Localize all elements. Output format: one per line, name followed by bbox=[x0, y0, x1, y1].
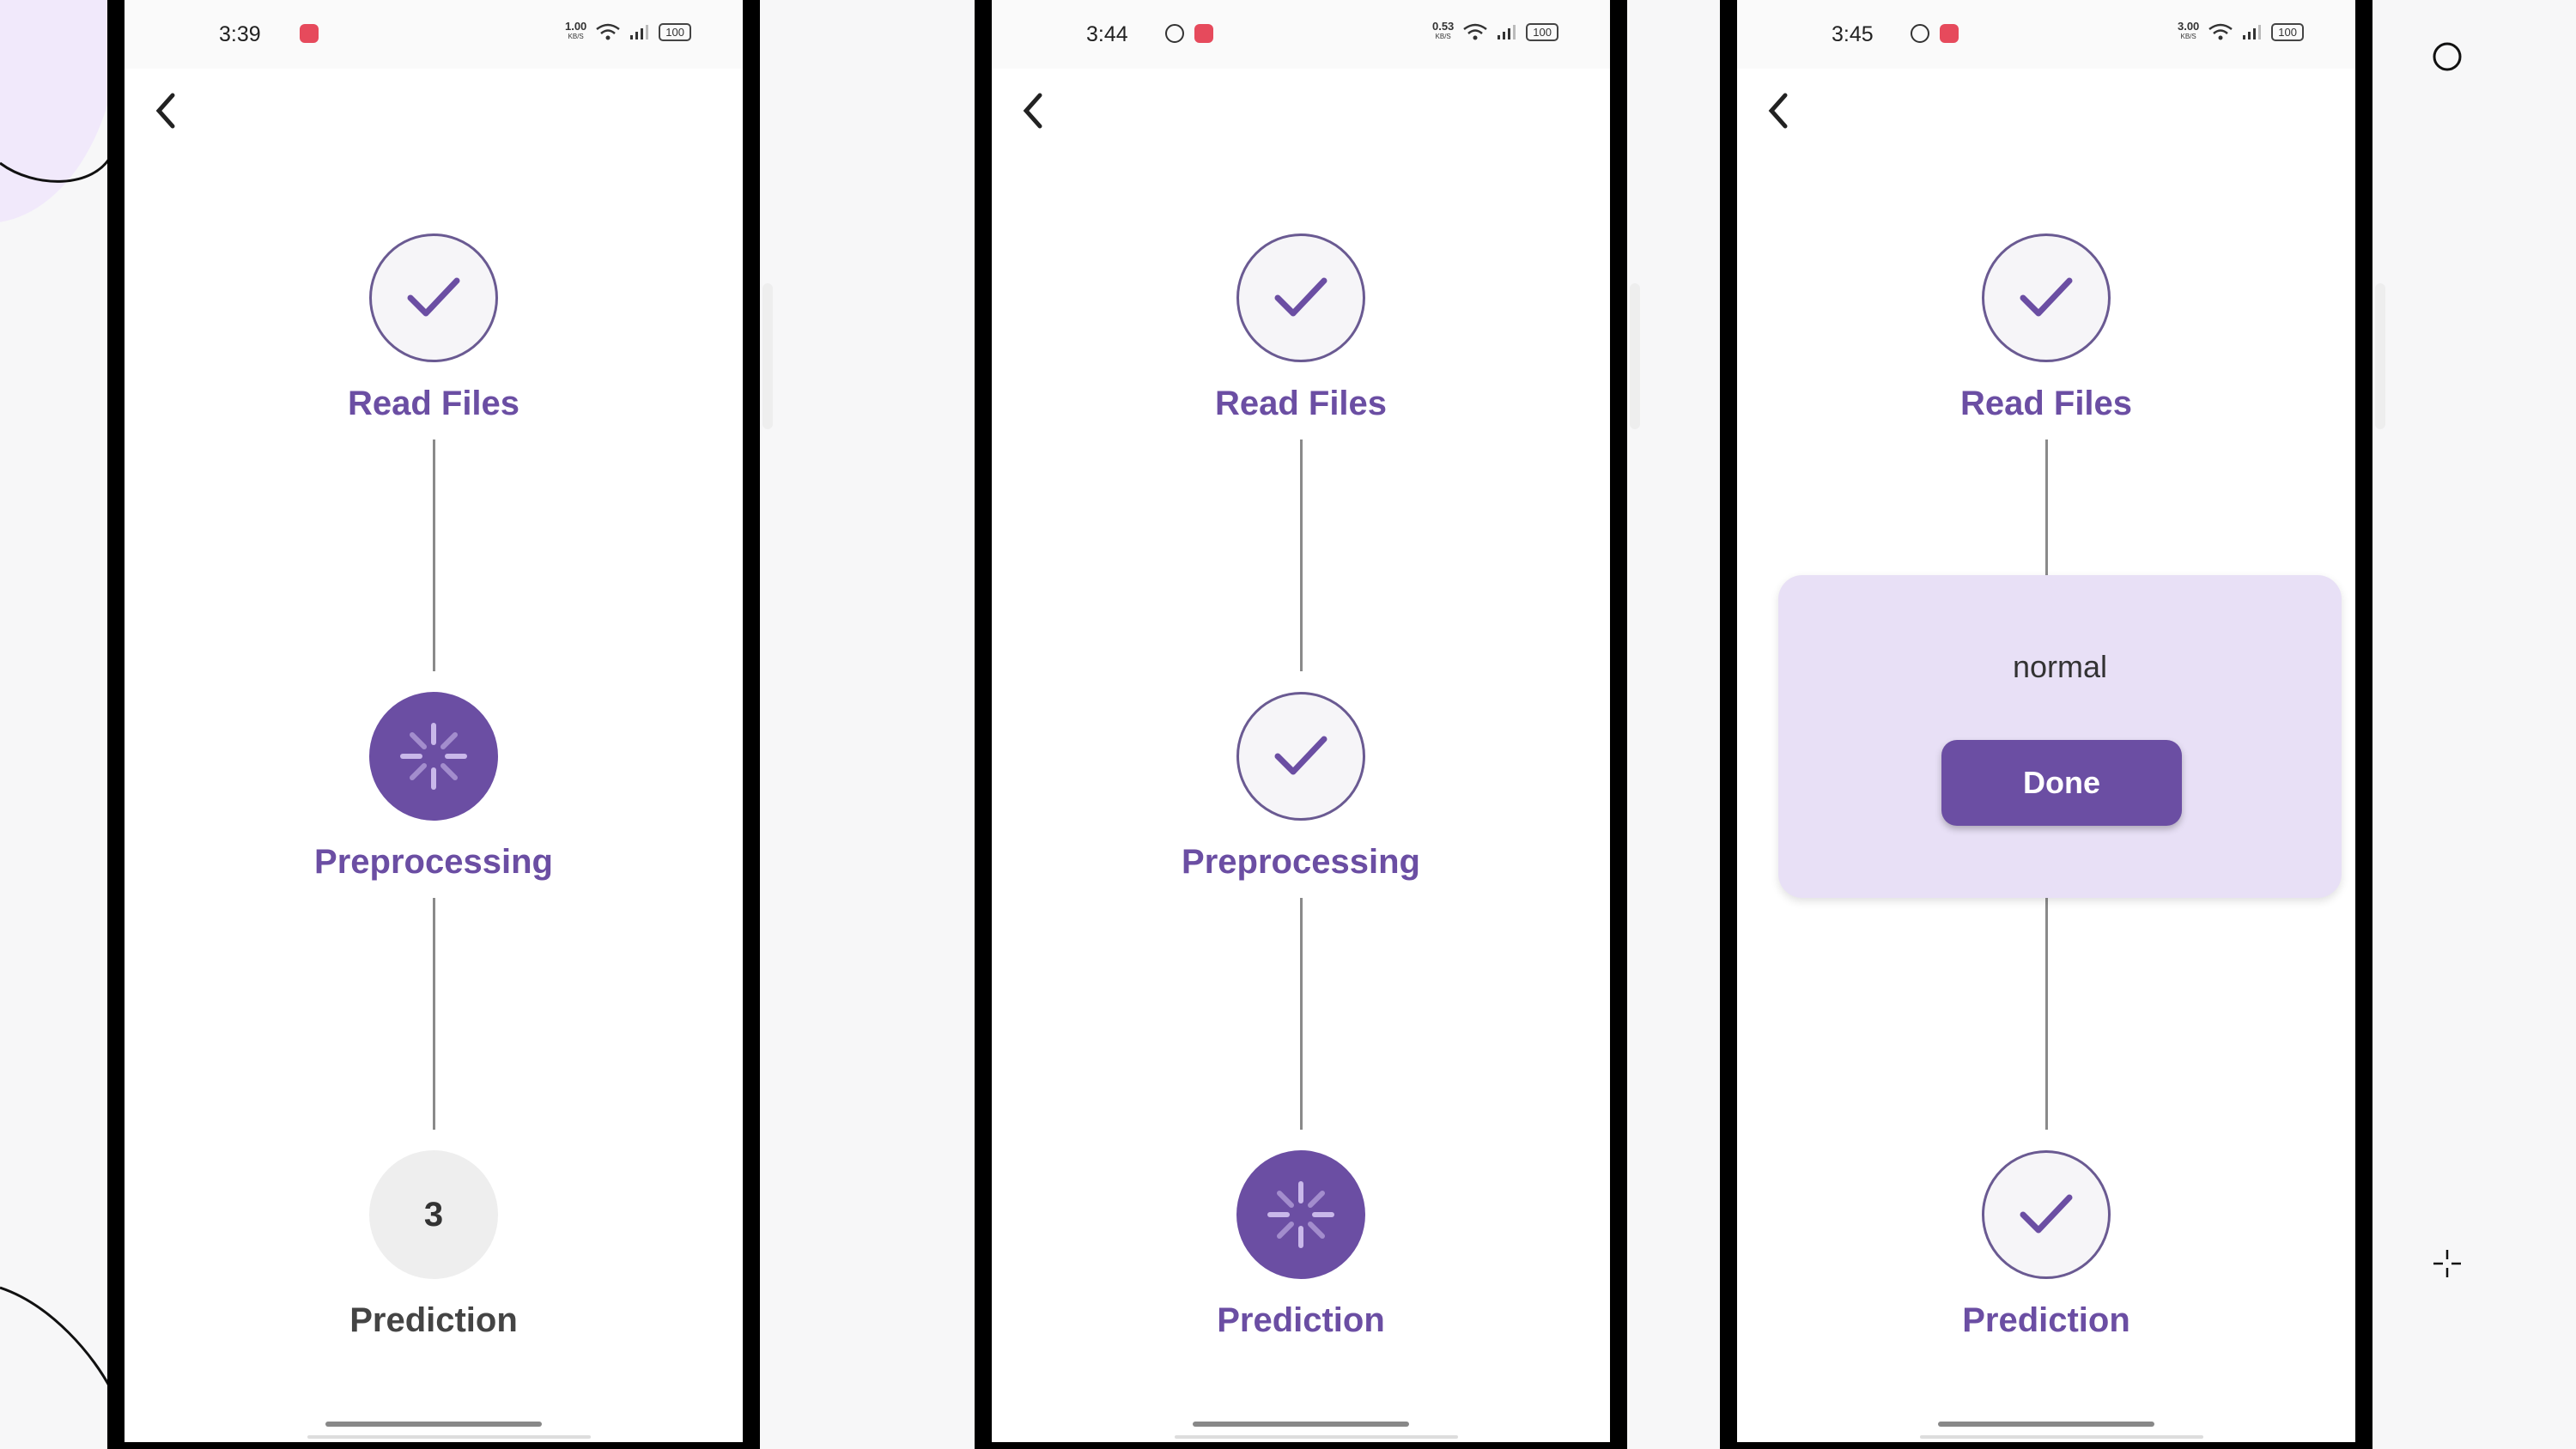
decorative-curves bbox=[0, 154, 113, 1391]
step-status-circle bbox=[1982, 233, 2111, 362]
check-icon bbox=[1274, 277, 1327, 317]
whatsapp-icon bbox=[1911, 24, 1929, 43]
side-handle bbox=[762, 283, 773, 429]
status-bar: 3:44 0.53 KB/S 100 bbox=[992, 0, 1610, 69]
step-preprocessing: Preprocessing bbox=[1129, 692, 1473, 882]
signal-icon bbox=[630, 25, 649, 39]
network-speed: 3.00 KB/S bbox=[2177, 20, 2200, 40]
step-preprocessing: Preprocessing bbox=[262, 692, 605, 882]
step-label: Prediction bbox=[1962, 1301, 2130, 1339]
signal-icon bbox=[2243, 25, 2262, 39]
step-status-circle bbox=[369, 692, 498, 821]
step-connector bbox=[2045, 898, 2048, 1130]
step-label: Prediction bbox=[349, 1301, 518, 1339]
wifi-icon bbox=[1463, 23, 1488, 40]
step-read-files: Read Files bbox=[1129, 233, 1473, 423]
back-button[interactable] bbox=[1761, 89, 1795, 132]
result-card: normal Done bbox=[1778, 575, 2342, 898]
spinner-icon bbox=[1267, 1181, 1334, 1248]
check-icon bbox=[2020, 1194, 2073, 1234]
phone-screen-2: 3:44 0.53 KB/S 100 Read Files Preprocess… bbox=[975, 0, 1627, 1449]
chevron-left-icon bbox=[155, 93, 175, 129]
step-label: Read Files bbox=[1959, 385, 2133, 422]
home-indicator[interactable] bbox=[325, 1422, 542, 1427]
back-button[interactable] bbox=[149, 89, 183, 132]
side-handle bbox=[2375, 283, 2385, 429]
status-time: 3:45 bbox=[1832, 22, 1874, 46]
wifi-icon bbox=[2208, 23, 2233, 40]
step-connector bbox=[1300, 440, 1303, 671]
step-status-circle bbox=[369, 233, 498, 362]
wifi-icon bbox=[596, 23, 621, 40]
notification-icon bbox=[1940, 24, 1959, 43]
prediction-result: normal bbox=[2012, 649, 2108, 684]
step-connector bbox=[2045, 440, 2048, 577]
step-status-circle bbox=[1236, 1150, 1365, 1279]
step-connector bbox=[433, 440, 435, 671]
step-label: Prediction bbox=[1217, 1301, 1385, 1339]
side-handle bbox=[1630, 283, 1640, 429]
signal-icon bbox=[1498, 25, 1516, 39]
chevron-left-icon bbox=[1023, 93, 1042, 129]
check-icon bbox=[407, 277, 460, 317]
network-speed: 0.53 KB/S bbox=[1431, 20, 1455, 40]
step-label: Preprocessing bbox=[1182, 843, 1420, 881]
crosshair-icon[interactable] bbox=[2432, 1248, 2463, 1279]
notification-icon bbox=[1194, 24, 1213, 43]
step-label: Preprocessing bbox=[314, 843, 553, 881]
battery-indicator: 100 bbox=[659, 22, 691, 41]
step-label: Read Files bbox=[347, 385, 520, 422]
step-prediction: 3 Prediction bbox=[262, 1150, 605, 1340]
battery-indicator: 100 bbox=[2271, 22, 2304, 41]
whatsapp-icon bbox=[1165, 24, 1184, 43]
notification-icon bbox=[300, 24, 319, 43]
chevron-left-icon bbox=[1768, 93, 1788, 129]
home-indicator[interactable] bbox=[1193, 1422, 1409, 1427]
step-connector bbox=[1300, 898, 1303, 1130]
check-icon bbox=[1274, 736, 1327, 775]
status-time: 3:44 bbox=[1086, 22, 1128, 46]
step-connector bbox=[433, 898, 435, 1130]
status-time: 3:39 bbox=[219, 22, 261, 46]
screen-shadow bbox=[307, 1435, 591, 1439]
home-indicator[interactable] bbox=[1938, 1422, 2154, 1427]
screen-shadow bbox=[1175, 1435, 1458, 1439]
status-bar: 3:45 3.00 KB/S 100 bbox=[1737, 0, 2355, 69]
step-status-circle bbox=[1236, 692, 1365, 821]
step-number: 3 bbox=[423, 1195, 444, 1234]
step-status-circle bbox=[1236, 233, 1365, 362]
circle-icon[interactable] bbox=[2432, 41, 2463, 72]
step-prediction: Prediction bbox=[1129, 1150, 1473, 1340]
back-button[interactable] bbox=[1016, 89, 1050, 132]
screen-shadow bbox=[1920, 1435, 2203, 1439]
step-status-circle: 3 bbox=[369, 1150, 498, 1279]
spinner-icon bbox=[400, 723, 467, 790]
check-icon bbox=[2020, 277, 2073, 317]
step-status-circle bbox=[1982, 1150, 2111, 1279]
step-label: Read Files bbox=[1214, 385, 1388, 422]
step-read-files: Read Files bbox=[262, 233, 605, 423]
phone-screen-1: 3:39 1.00 KB/S 100 Read Files Preprocess… bbox=[107, 0, 760, 1449]
step-prediction: Prediction bbox=[1874, 1150, 2218, 1340]
step-read-files: Read Files bbox=[1874, 233, 2218, 423]
phone-screen-3: 3:45 3.00 KB/S 100 Read Files normal Don… bbox=[1720, 0, 2372, 1449]
done-button[interactable]: Done bbox=[1941, 740, 2182, 826]
battery-indicator: 100 bbox=[1526, 22, 1558, 41]
status-bar: 3:39 1.00 KB/S 100 bbox=[125, 0, 743, 69]
network-speed: 1.00 KB/S bbox=[564, 20, 587, 40]
